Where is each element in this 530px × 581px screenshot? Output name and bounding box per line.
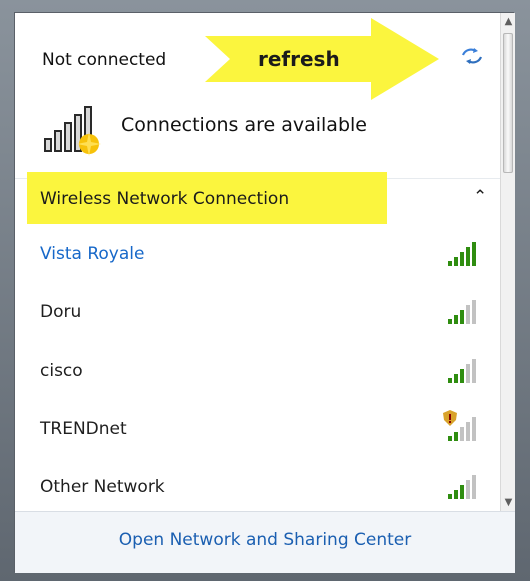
signal-strength-icon xyxy=(448,300,476,324)
network-row-cisco[interactable]: cisco xyxy=(15,344,500,402)
network-name: cisco xyxy=(40,361,83,381)
signal-strength-icon xyxy=(448,417,476,441)
signal-available-icon xyxy=(44,106,101,156)
network-flyout: Not connected refresh Connections are av… xyxy=(14,12,515,573)
network-name: TRENDnet xyxy=(40,419,127,439)
chevron-up-icon: ⌃ xyxy=(473,187,488,207)
network-name: Doru xyxy=(40,302,82,322)
open-network-sharing-center-link[interactable]: Open Network and Sharing Center xyxy=(15,530,515,550)
network-row-vista-royale[interactable]: Vista Royale xyxy=(15,227,500,285)
signal-strength-icon xyxy=(448,242,476,266)
wireless-section-title: Wireless Network Connection xyxy=(40,189,290,209)
refresh-button[interactable] xyxy=(455,41,489,71)
network-name: Vista Royale xyxy=(40,244,145,264)
refresh-icon xyxy=(461,48,483,64)
signal-strength-icon xyxy=(448,359,476,383)
network-row-other-network[interactable]: Other Network xyxy=(15,460,500,518)
refresh-annotation-text: refresh xyxy=(258,47,340,71)
connection-status-text: Not connected xyxy=(42,50,167,70)
scroll-up-icon[interactable]: ▲ xyxy=(501,13,516,30)
scroll-down-icon[interactable]: ▼ xyxy=(501,494,516,511)
network-row-doru[interactable]: Doru xyxy=(15,285,500,343)
signal-strength-icon xyxy=(448,475,476,499)
network-name: Other Network xyxy=(40,477,165,497)
connection-status-area: Not connected refresh Connections are av… xyxy=(15,13,500,179)
connections-available-text: Connections are available xyxy=(121,114,367,136)
scroll-thumb[interactable] xyxy=(503,33,513,173)
network-row-trendnet[interactable]: TRENDnet xyxy=(15,402,500,460)
vertical-scrollbar[interactable]: ▲ ▼ xyxy=(500,13,515,511)
flyout-footer: Open Network and Sharing Center xyxy=(15,511,515,573)
collapse-section-button[interactable]: ⌃ xyxy=(473,187,487,207)
